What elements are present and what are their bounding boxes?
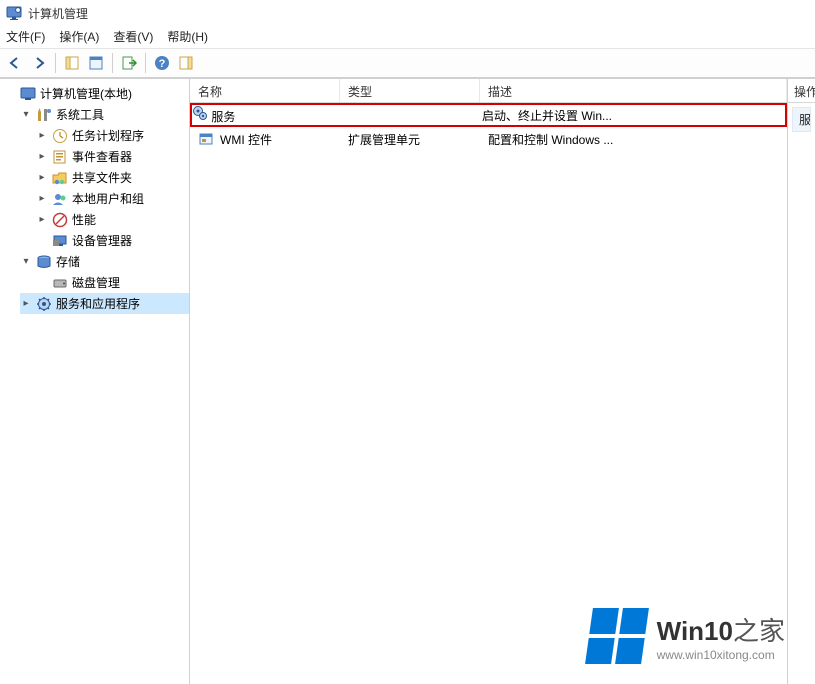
column-header-name[interactable]: 名称 bbox=[190, 79, 340, 102]
watermark-brand-strong: Win10 bbox=[657, 616, 733, 646]
menu-file[interactable]: 文件(F) bbox=[6, 28, 45, 45]
back-button[interactable] bbox=[4, 52, 26, 74]
tree-node-label: 本地用户和组 bbox=[72, 190, 144, 207]
services-apps-icon bbox=[36, 296, 52, 312]
export-list-button[interactable] bbox=[118, 52, 140, 74]
expand-icon[interactable]: ▸ bbox=[36, 193, 48, 205]
show-hide-tree-button[interactable] bbox=[61, 52, 83, 74]
toolbar-separator bbox=[112, 53, 113, 73]
wmi-icon bbox=[198, 131, 214, 147]
cell-name: 服务 bbox=[211, 110, 235, 124]
tree-node-label: 设备管理器 bbox=[72, 232, 132, 249]
tree-node-label: 任务计划程序 bbox=[72, 127, 144, 144]
toolbar-separator bbox=[55, 53, 56, 73]
tree-node-storage[interactable]: ▾ 存储 bbox=[20, 251, 189, 272]
list-pane: 名称 类型 描述 服务 启动、终止并设置 Win... bbox=[190, 79, 787, 684]
expand-icon[interactable]: ▾ bbox=[20, 256, 32, 268]
actions-pane-body: 服务 bbox=[788, 103, 815, 134]
actions-pane: 操作 服务 bbox=[787, 79, 815, 684]
tree-node-system-tools[interactable]: ▾ 系统工具 bbox=[20, 104, 189, 125]
cell-type: 扩展管理单元 bbox=[340, 131, 480, 148]
storage-icon bbox=[36, 254, 52, 270]
actions-pane-header: 操作 bbox=[788, 79, 815, 103]
toolbar-separator bbox=[145, 53, 146, 73]
watermark-brand-light: 之家 bbox=[733, 616, 785, 646]
list-body: 服务 启动、终止并设置 Win... WMI 控件 扩展管理单元 配置和控制 W… bbox=[190, 103, 787, 684]
tree-node-device-manager[interactable]: 设备管理器 bbox=[36, 230, 189, 251]
task-scheduler-icon bbox=[52, 128, 68, 144]
expand-icon[interactable]: ▸ bbox=[36, 151, 48, 163]
tree-node-label: 存储 bbox=[56, 253, 80, 270]
tree-node-performance[interactable]: ▸ 性能 bbox=[36, 209, 189, 230]
toolbar: ? bbox=[0, 48, 815, 78]
watermark: Win10之家 www.win10xitong.com bbox=[589, 608, 785, 664]
properties-button[interactable] bbox=[85, 52, 107, 74]
tree-pane: 计算机管理(本地) ▾ 系统工具 bbox=[0, 79, 190, 684]
menu-help[interactable]: 帮助(H) bbox=[167, 28, 208, 45]
cell-desc: 配置和控制 Windows ... bbox=[480, 131, 787, 148]
tree-node-label: 系统工具 bbox=[56, 106, 104, 123]
list-row[interactable]: 服务 启动、终止并设置 Win... bbox=[190, 103, 787, 127]
window-title: 计算机管理 bbox=[28, 5, 88, 22]
content-area: 计算机管理(本地) ▾ 系统工具 bbox=[0, 78, 815, 684]
cell-name: WMI 控件 bbox=[220, 131, 272, 148]
menubar: 文件(F) 操作(A) 查看(V) 帮助(H) bbox=[0, 26, 815, 48]
column-header-desc[interactable]: 描述 bbox=[480, 79, 787, 102]
svg-text:?: ? bbox=[159, 58, 166, 70]
tree-node-root[interactable]: 计算机管理(本地) bbox=[4, 83, 189, 104]
system-tools-icon bbox=[36, 107, 52, 123]
device-manager-icon bbox=[52, 233, 68, 249]
tree-node-disk-mgmt[interactable]: 磁盘管理 bbox=[36, 272, 189, 293]
tree-node-event-viewer[interactable]: ▸ 事件查看器 bbox=[36, 146, 189, 167]
local-users-icon bbox=[52, 191, 68, 207]
actions-item[interactable]: 服务 bbox=[792, 107, 811, 132]
tree-node-shared-folders[interactable]: ▸ 共享文件夹 bbox=[36, 167, 189, 188]
event-viewer-icon bbox=[52, 149, 68, 165]
tree-node-local-users[interactable]: ▸ 本地用户和组 bbox=[36, 188, 189, 209]
watermark-text: Win10之家 www.win10xitong.com bbox=[657, 611, 785, 662]
menu-action[interactable]: 操作(A) bbox=[59, 28, 99, 45]
performance-icon bbox=[52, 212, 68, 228]
titlebar: 计算机管理 bbox=[0, 0, 815, 26]
tree-node-label: 事件查看器 bbox=[72, 148, 132, 165]
app-icon bbox=[6, 5, 22, 21]
expand-icon[interactable]: ▸ bbox=[36, 214, 48, 226]
tree-node-label: 共享文件夹 bbox=[72, 169, 132, 186]
shared-folders-icon bbox=[52, 170, 68, 186]
services-icon bbox=[192, 105, 208, 121]
help-button[interactable]: ? bbox=[151, 52, 173, 74]
column-header-type[interactable]: 类型 bbox=[340, 79, 480, 102]
tree-node-label: 计算机管理(本地) bbox=[40, 85, 132, 102]
navigation-tree[interactable]: 计算机管理(本地) ▾ 系统工具 bbox=[0, 83, 189, 314]
tree-node-services-apps[interactable]: ▸ 服务和应用程序 bbox=[20, 293, 189, 314]
cell-desc: 启动、终止并设置 Win... bbox=[482, 107, 785, 124]
tree-node-task-scheduler[interactable]: ▸ 任务计划程序 bbox=[36, 125, 189, 146]
tree-node-label: 磁盘管理 bbox=[72, 274, 120, 291]
forward-button[interactable] bbox=[28, 52, 50, 74]
expand-icon[interactable]: ▸ bbox=[36, 172, 48, 184]
expand-icon[interactable]: ▸ bbox=[20, 298, 32, 310]
windows-logo-icon bbox=[585, 608, 649, 664]
menu-view[interactable]: 查看(V) bbox=[113, 28, 153, 45]
list-header: 名称 类型 描述 bbox=[190, 79, 787, 103]
expand-icon[interactable]: ▾ bbox=[20, 109, 32, 121]
disk-management-icon bbox=[52, 275, 68, 291]
show-hide-action-pane-button[interactable] bbox=[175, 52, 197, 74]
tree-node-label: 性能 bbox=[72, 211, 96, 228]
expand-icon[interactable]: ▸ bbox=[36, 130, 48, 142]
computer-management-icon bbox=[20, 86, 36, 102]
watermark-url: www.win10xitong.com bbox=[657, 648, 785, 662]
list-row[interactable]: WMI 控件 扩展管理单元 配置和控制 Windows ... bbox=[190, 127, 787, 151]
tree-node-label: 服务和应用程序 bbox=[56, 295, 140, 312]
